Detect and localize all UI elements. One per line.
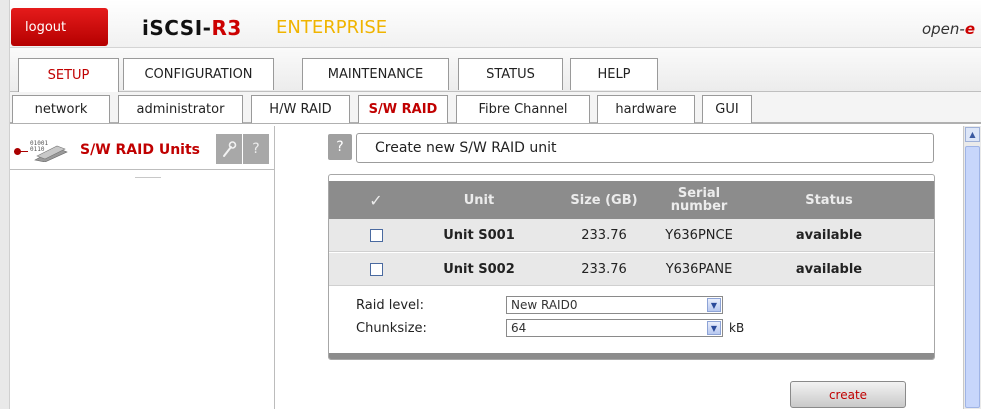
create-button[interactable]: create	[790, 381, 906, 408]
left-help-icon[interactable]: ?	[243, 134, 269, 164]
tab-setup[interactable]: SETUP	[18, 58, 119, 92]
collapse-grip-icon[interactable]	[135, 172, 161, 178]
tab-help[interactable]: HELP	[570, 58, 658, 90]
chunksize-select[interactable]: 64 ▼	[506, 319, 723, 337]
raid-level-value: New RAID0	[511, 298, 578, 312]
raid-units-icon: 01001 0110	[30, 140, 68, 162]
vertical-scrollbar[interactable]: ▲	[963, 126, 981, 409]
col-serial: Serial number	[670, 186, 728, 214]
content-title-text: Create new S/W RAID unit	[375, 140, 557, 156]
wrench-icon[interactable]	[216, 134, 242, 164]
table-row: Unit S002 233.76 Y636PANE available	[329, 253, 934, 286]
product-brand: iSCSI-R3	[142, 16, 242, 40]
subtab-sw-raid[interactable]: S/W RAID	[358, 95, 448, 123]
sw-raid-units-title: S/W RAID Units	[80, 142, 200, 158]
raid-level-label: Raid level:	[356, 298, 425, 313]
raid-level-select[interactable]: New RAID0 ▼	[506, 296, 723, 314]
row-checkbox[interactable]	[369, 263, 383, 276]
sw-raid-units-header[interactable]: 01001 0110 S/W RAID Units ?	[10, 132, 275, 178]
scroll-up-icon[interactable]: ▲	[965, 127, 980, 142]
chevron-down-icon[interactable]: ▼	[707, 298, 721, 312]
subtab-hardware[interactable]: hardware	[597, 95, 695, 123]
raid-units-panel: ✓ Unit Size (GB) Serial number Status Un…	[328, 174, 935, 360]
row-size: 233.76	[581, 262, 627, 277]
chunksize-value: 64	[511, 321, 527, 335]
content-title: Create new S/W RAID unit	[356, 133, 934, 163]
tab-status[interactable]: STATUS	[458, 58, 563, 90]
col-size: Size (GB)	[570, 192, 638, 208]
row-status: available	[795, 262, 863, 277]
left-edge-strip	[0, 0, 10, 409]
brand-accent: R3	[211, 16, 242, 40]
main-tab-bar: SETUP CONFIGURATION MAINTENANCE STATUS H…	[10, 48, 981, 92]
chevron-down-icon[interactable]: ▼	[707, 321, 721, 335]
check-column-icon: ✓	[369, 190, 383, 210]
tree-node-dot	[14, 148, 21, 155]
subtab-network[interactable]: network	[12, 95, 110, 123]
logout-button[interactable]: logout	[11, 8, 108, 46]
scrollbar-thumb[interactable]	[965, 146, 980, 408]
subtab-hw-raid[interactable]: H/W RAID	[251, 95, 350, 123]
subtab-gui[interactable]: GUI	[702, 95, 752, 123]
edition-label: ENTERPRISE	[276, 17, 388, 38]
chunksize-label: Chunksize:	[356, 321, 427, 336]
vendor-logo: open-e	[922, 20, 975, 38]
row-checkbox-cell	[331, 219, 421, 252]
table-row: Unit S001 233.76 Y636PNCE available	[329, 219, 934, 252]
tab-configuration[interactable]: CONFIGURATION	[123, 58, 274, 90]
subtab-fibre-channel[interactable]: Fibre Channel	[456, 95, 590, 123]
vendor-accent: e	[964, 20, 975, 38]
row-serial: Y636PANE	[665, 262, 733, 277]
col-status: Status	[805, 192, 853, 208]
row-unit: Unit S001	[443, 228, 515, 243]
row-serial: Y636PNCE	[665, 228, 733, 243]
tab-maintenance[interactable]: MAINTENANCE	[302, 58, 449, 90]
row-size: 233.76	[581, 228, 627, 243]
row-checkbox[interactable]	[369, 229, 383, 242]
row-unit: Unit S002	[443, 262, 515, 277]
row-status: available	[795, 228, 863, 243]
vendor-main: open-	[921, 20, 965, 38]
panel-footer-bar	[329, 353, 934, 359]
subtab-administrator[interactable]: administrator	[118, 95, 243, 123]
chunksize-unit: kB	[729, 321, 745, 335]
app-header: logout iSCSI-R3 ENTERPRISE open-e	[10, 0, 981, 48]
brand-main: iSCSI-	[142, 16, 212, 40]
left-panel: 01001 0110 S/W RAID Units ?	[10, 126, 275, 409]
wrench-glyph-icon	[223, 141, 237, 157]
sub-tab-bar: network administrator H/W RAID S/W RAID …	[10, 92, 981, 124]
svg-text:0110: 0110	[30, 146, 45, 153]
row-checkbox-cell	[331, 253, 421, 286]
col-unit: Unit	[463, 192, 495, 208]
table-header: ✓ Unit Size (GB) Serial number Status	[329, 181, 934, 219]
content-help-icon[interactable]: ?	[328, 134, 352, 160]
